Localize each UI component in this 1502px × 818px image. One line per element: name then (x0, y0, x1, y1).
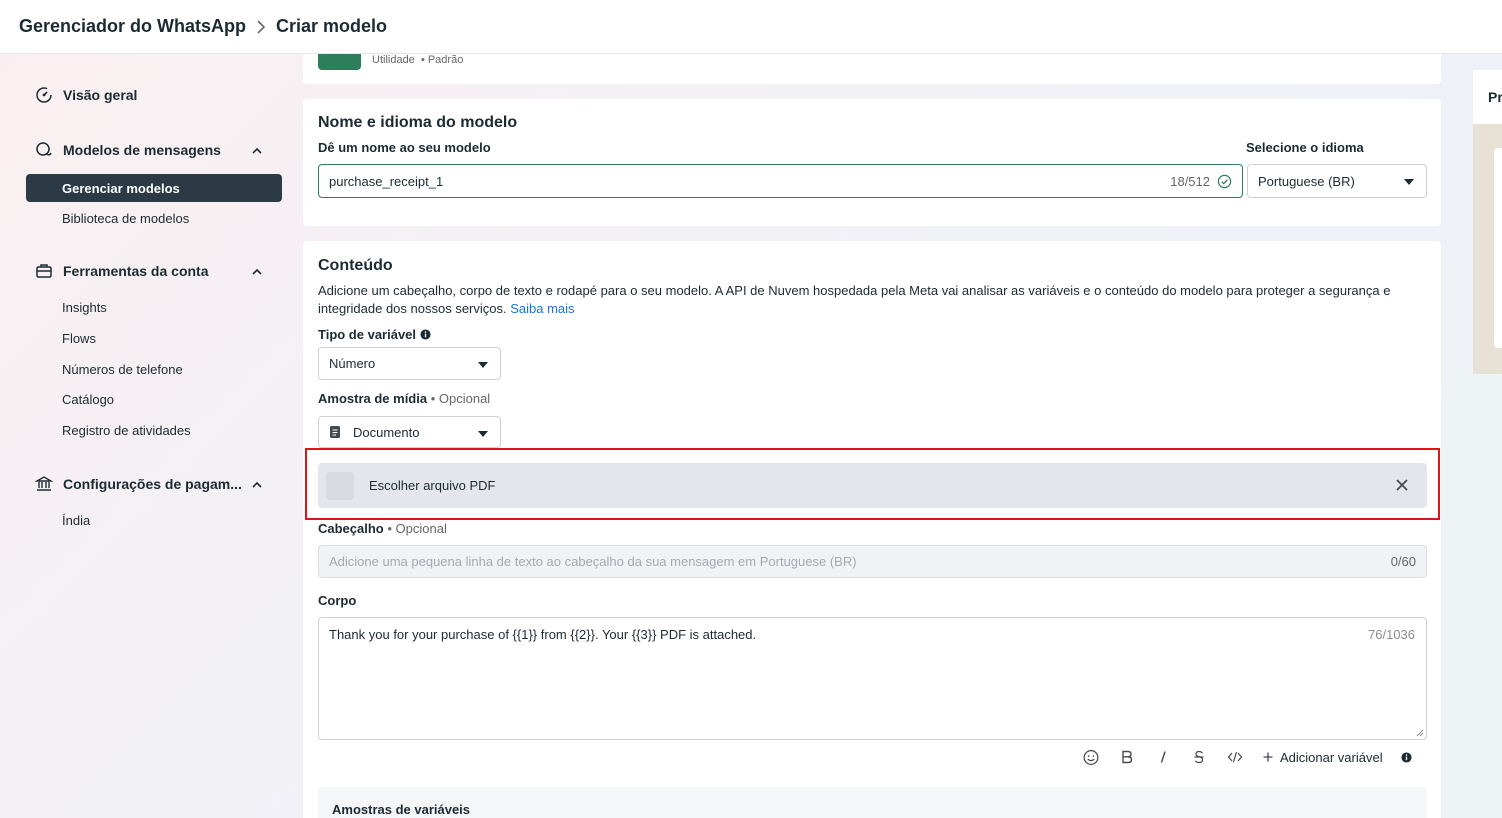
sidebar-item-activity-log[interactable]: Registro de atividades (62, 423, 191, 438)
sidebar-item-india[interactable]: Índia (62, 513, 90, 528)
close-icon[interactable] (1395, 478, 1409, 492)
media-sample-label: Amostra de mídia • Opcional (318, 391, 491, 406)
code-icon[interactable] (1227, 749, 1243, 765)
category-icon (318, 54, 361, 70)
info-icon[interactable] (1401, 751, 1412, 763)
variable-samples-section: Amostras de variáveis (318, 787, 1427, 818)
document-icon (330, 426, 340, 438)
caret-down-icon (1404, 179, 1414, 185)
content-description: Adicione um cabeçalho, corpo de texto e … (318, 283, 1391, 316)
chat-bubbles-icon (34, 140, 54, 160)
content-panel: Conteúdo Adicione um cabeçalho, corpo de… (303, 241, 1441, 818)
chevron-up-icon[interactable] (250, 478, 264, 492)
name-counter: 18/512 (1170, 173, 1210, 189)
preview-title: Pr (1488, 89, 1502, 105)
choose-pdf-file-row[interactable]: Escolher arquivo PDF (318, 463, 1427, 508)
body-format-toolbar: Adicionar variável (1083, 747, 1412, 767)
bank-icon (34, 474, 54, 494)
body-counter: 76/1036 (1368, 627, 1415, 642)
caret-down-icon (478, 431, 488, 437)
preview-message-bubble (1494, 148, 1502, 348)
sidebar-item-account-tools[interactable]: Ferramentas da conta (34, 261, 209, 281)
language-select[interactable]: Portuguese (BR) (1247, 164, 1427, 198)
briefcase-icon (34, 261, 54, 281)
add-variable-button[interactable]: Adicionar variável (1263, 750, 1383, 765)
variable-samples-title: Amostras de variáveis (332, 802, 471, 817)
chevron-right-icon (256, 19, 266, 34)
preview-panel: Pr (1473, 70, 1502, 374)
body-textarea[interactable]: Thank you for your purchase of {{1}} fro… (318, 617, 1427, 740)
sidebar-item-catalog[interactable]: Catálogo (62, 392, 114, 407)
section-title: Nome e idioma do modelo (318, 114, 518, 131)
body-label: Corpo (318, 593, 357, 608)
name-label: Dê um nome ao seu modelo (318, 140, 491, 155)
breadcrumb-app[interactable]: Gerenciador do WhatsApp (19, 16, 246, 37)
info-icon[interactable] (420, 329, 431, 340)
choose-file-label: Escolher arquivo PDF (369, 478, 496, 493)
section-title: Conteúdo (318, 257, 393, 274)
resize-handle-icon[interactable] (1416, 729, 1424, 737)
sidebar: Visão geral Modelos de mensagens Gerenci… (0, 54, 300, 818)
name-language-panel: Nome e idioma do modelo Dê um nome ao se… (303, 99, 1441, 226)
header-text-input[interactable]: Adicione uma pequena linha de texto ao c… (318, 545, 1427, 578)
gauge-icon (34, 85, 54, 105)
strikethrough-icon[interactable] (1191, 749, 1207, 765)
category-panel: Utilidade • Padrão (303, 54, 1441, 84)
plus-icon (1263, 752, 1273, 762)
chevron-up-icon[interactable] (250, 144, 264, 158)
sidebar-item-label: Ferramentas da conta (63, 263, 209, 279)
language-label: Selecione o idioma (1246, 140, 1364, 155)
learn-more-link[interactable]: Saiba mais (510, 301, 574, 316)
sidebar-item-manage-templates[interactable]: Gerenciar modelos (26, 174, 282, 202)
sidebar-item-label: Visão geral (63, 87, 138, 103)
sidebar-item-insights[interactable]: Insights (62, 300, 107, 315)
variable-type-label: Tipo de variável (318, 327, 431, 342)
emoji-icon[interactable] (1083, 749, 1099, 765)
sidebar-item-phone-numbers[interactable]: Números de telefone (62, 362, 183, 377)
sidebar-item-label: Modelos de mensagens (63, 142, 221, 158)
media-sample-select[interactable]: Documento (318, 416, 501, 448)
sidebar-item-payment-settings[interactable]: Configurações de pagam... (34, 474, 242, 494)
sidebar-item-label: Configurações de pagam... (63, 476, 242, 492)
top-bar: Gerenciador do WhatsApp Criar modelo (0, 0, 1502, 54)
sidebar-item-overview[interactable]: Visão geral (34, 85, 137, 105)
italic-icon[interactable] (1155, 749, 1171, 765)
template-name-input[interactable]: purchase_receipt_1 18/512 (318, 164, 1243, 198)
file-thumbnail (326, 471, 354, 500)
check-circle-icon (1217, 174, 1232, 189)
page-title: Criar modelo (276, 16, 388, 36)
caret-down-icon (478, 362, 488, 368)
bold-icon[interactable] (1119, 749, 1135, 765)
sidebar-item-template-library[interactable]: Biblioteca de modelos (62, 211, 189, 226)
chevron-up-icon[interactable] (250, 265, 264, 279)
category-label: Utilidade • Padrão (372, 54, 464, 66)
header-counter: 0/60 (1390, 554, 1416, 569)
header-label: Cabeçalho • Opcional (318, 521, 447, 536)
variable-type-select[interactable]: Número (318, 347, 501, 380)
sidebar-item-message-templates[interactable]: Modelos de mensagens (34, 140, 221, 160)
sidebar-item-flows[interactable]: Flows (62, 331, 96, 346)
